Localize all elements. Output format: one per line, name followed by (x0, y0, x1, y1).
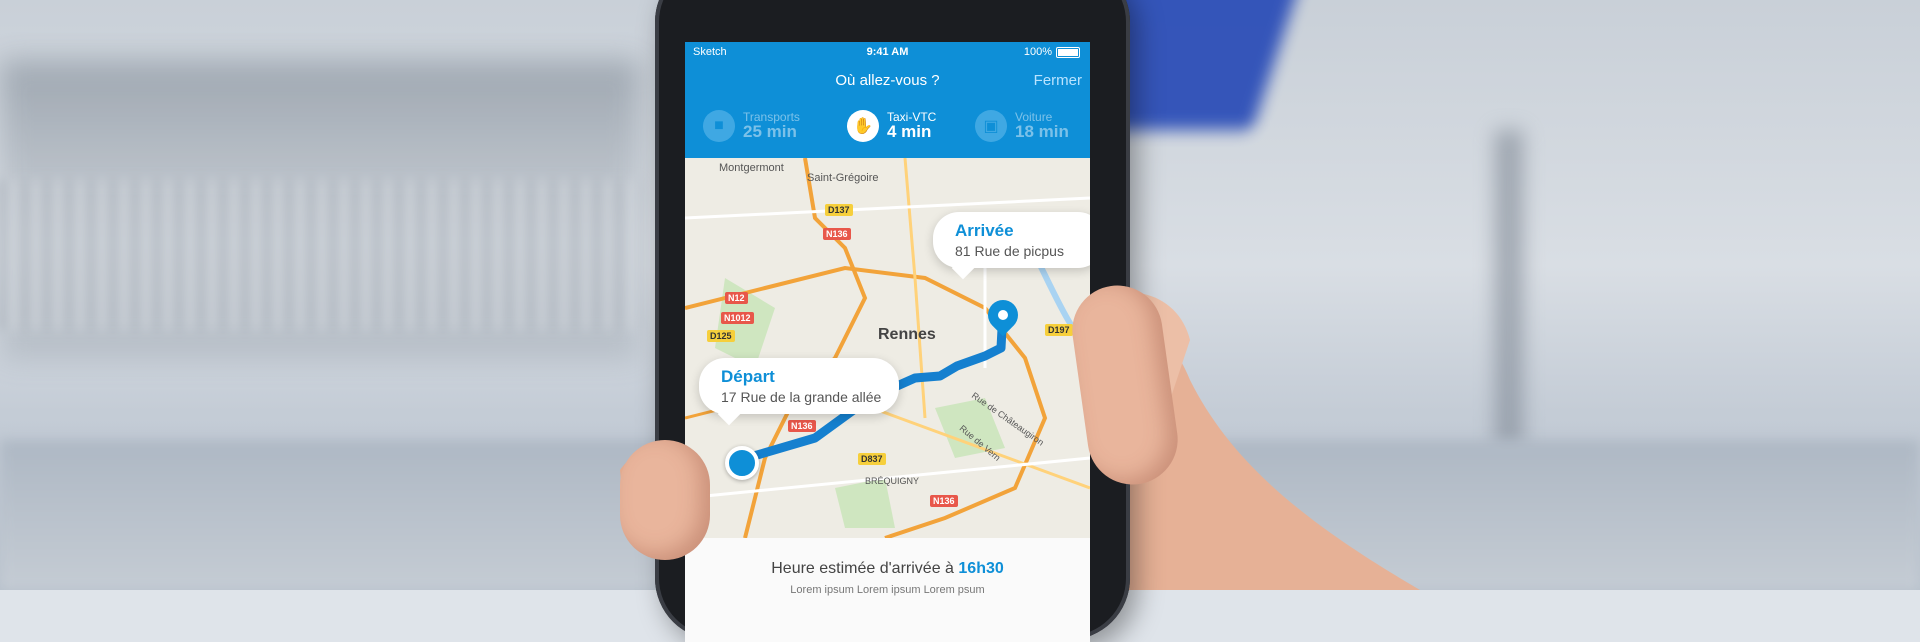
road-shield: N1012 (721, 312, 754, 324)
departure-heading: Départ (721, 367, 775, 386)
map-place-label: BRÉQUIGNY (865, 476, 920, 486)
mode-duration: 25 min (743, 122, 797, 142)
transport-mode-tabs: ■ Transports 25 min ✋ Taxi-VTC 4 min ▣ V… (685, 102, 1090, 158)
road-shield: N136 (823, 228, 851, 240)
arrival-address: 81 Rue de picpus (955, 243, 1064, 259)
page-title: Où allez-vous ? (835, 72, 940, 89)
index-finger (620, 440, 710, 560)
departure-callout[interactable]: Départ 17 Rue de la grande allée (699, 358, 900, 414)
taxi-hail-icon: ✋ (847, 110, 879, 142)
map-city-label: Rennes (878, 326, 936, 343)
mode-tab-voiture[interactable]: ▣ Voiture 18 min (975, 110, 1069, 142)
mode-tab-taxi[interactable]: ✋ Taxi-VTC 4 min (847, 110, 936, 142)
departure-address: 17 Rue de la grande allée (721, 389, 882, 405)
app-screen: Sketch 9:41 AM 100% Où allez-vous ? Ferm… (685, 42, 1090, 642)
eta-prefix: Heure estimée d'arrivée à (771, 560, 954, 577)
road-shield: D197 (1045, 324, 1073, 336)
mode-duration: 18 min (1015, 122, 1069, 142)
road-shield: D137 (825, 204, 853, 216)
status-bar: Sketch 9:41 AM 100% (685, 42, 1090, 62)
eta-time: 16h30 (958, 560, 1004, 577)
battery-percent: 100% (1023, 46, 1052, 58)
car-icon: ▣ (975, 110, 1007, 142)
road-shield: N136 (788, 420, 816, 432)
road-shield: N12 (725, 292, 748, 304)
eta-text: Heure estimée d'arrivée à 16h30 (685, 560, 1090, 578)
bus-icon: ■ (703, 110, 735, 142)
smartphone: Sketch 9:41 AM 100% Où allez-vous ? Ferm… (655, 0, 1130, 642)
battery-icon (1056, 46, 1080, 58)
road-shield: D125 (707, 330, 735, 342)
arrival-heading: Arrivée (955, 221, 1014, 240)
arrival-callout[interactable]: Arrivée 81 Rue de picpus (933, 212, 1090, 268)
mode-tab-transports[interactable]: ■ Transports 25 min (703, 110, 800, 142)
close-button[interactable]: Fermer (1034, 72, 1082, 89)
route-map[interactable]: Montgermont Saint-Grégoire BRÉQUIGNY Rue… (685, 158, 1090, 538)
nav-bar: Où allez-vous ? Fermer (685, 62, 1090, 102)
road-shield: N136 (930, 495, 958, 507)
road-shield: D837 (858, 453, 886, 465)
battery-indicator: 100% (1024, 46, 1080, 58)
departure-dot-icon[interactable] (725, 446, 759, 480)
eta-panel: Heure estimée d'arrivée à 16h30 Lorem ip… (685, 538, 1090, 642)
map-place-label: Saint-Grégoire (807, 172, 879, 184)
map-place-label: Montgermont (719, 162, 784, 174)
mode-duration: 4 min (887, 122, 932, 142)
eta-subtitle: Lorem ipsum Lorem ipsum Lorem psum (790, 584, 985, 596)
